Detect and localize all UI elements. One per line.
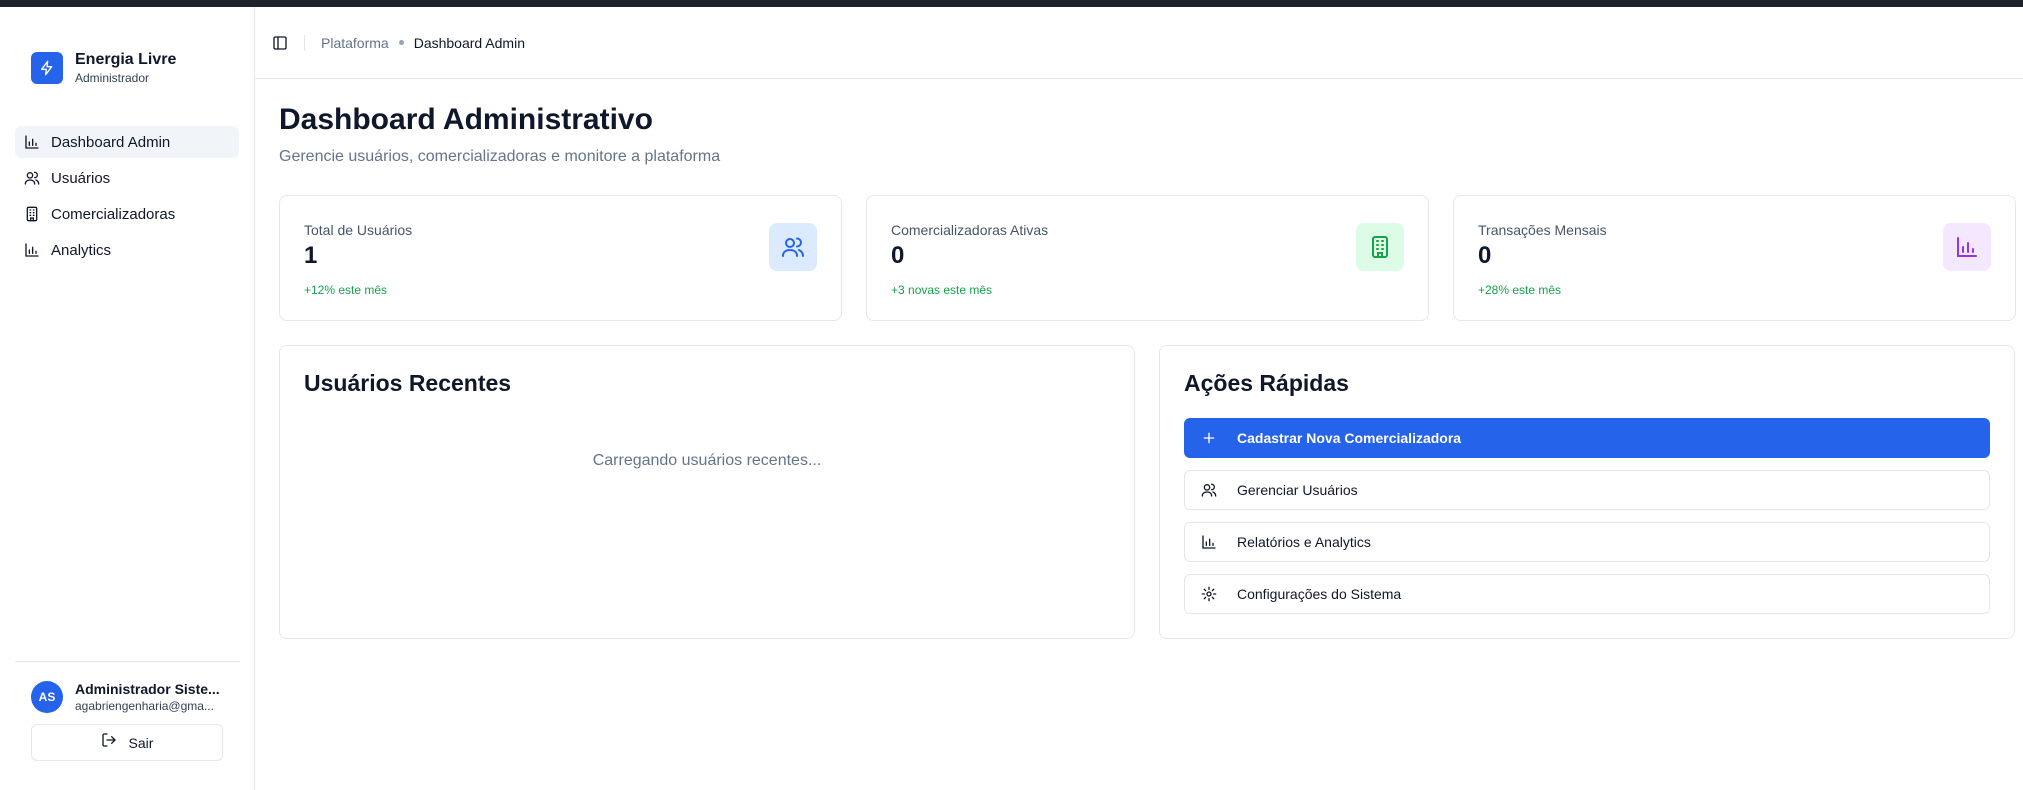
action-label: Cadastrar Nova Comercializadora xyxy=(1237,430,1462,446)
main-content: Plataforma Dashboard Admin Dashboard Adm… xyxy=(255,7,2023,790)
building-icon xyxy=(24,206,40,222)
breadcrumb-plataforma[interactable]: Plataforma xyxy=(321,35,389,51)
bar-chart-icon xyxy=(24,134,40,150)
stat-card-transacoes-mensais: Transações Mensais 0 +28% este mês xyxy=(1453,195,2016,321)
breadcrumb: Plataforma Dashboard Admin xyxy=(321,35,525,51)
stat-value: 0 xyxy=(891,242,905,269)
sidebar-toggle-icon[interactable] xyxy=(272,35,288,51)
logout-button[interactable]: Sair xyxy=(31,724,223,761)
register-comercializadora-button[interactable]: Cadastrar Nova Comercializadora xyxy=(1184,418,1990,458)
action-label: Relatórios e Analytics xyxy=(1237,534,1371,550)
sidebar-item-usuarios[interactable]: Usuários xyxy=(15,162,239,194)
users-icon xyxy=(769,223,817,271)
stat-card-total-usuarios: Total de Usuários 1 +12% este mês xyxy=(279,195,842,321)
page-title: Dashboard Administrativo xyxy=(279,103,653,136)
sidebar-item-label: Usuários xyxy=(51,169,111,187)
manage-users-button[interactable]: Gerenciar Usuários xyxy=(1184,470,1990,510)
sidebar-footer: AS Administrador Siste... agabriengenhar… xyxy=(15,661,240,761)
stat-card-comercializadoras-ativas: Comercializadoras Ativas 0 +3 novas este… xyxy=(866,195,1429,321)
quick-actions-panel: Ações Rápidas Cadastrar Nova Comercializ… xyxy=(1159,345,2015,639)
system-settings-button[interactable]: Configurações do Sistema xyxy=(1184,574,1990,614)
user-profile[interactable]: AS Administrador Siste... agabriengenhar… xyxy=(31,680,240,714)
stat-value: 0 xyxy=(1478,242,1492,269)
users-icon xyxy=(24,170,40,186)
recent-users-title: Usuários Recentes xyxy=(304,370,512,396)
gear-icon xyxy=(1201,586,1217,602)
user-email: agabriengenharia@gma... xyxy=(75,699,214,713)
stat-label: Total de Usuários xyxy=(304,222,413,238)
sidebar-item-comercializadoras[interactable]: Comercializadoras xyxy=(15,198,239,230)
action-label: Configurações do Sistema xyxy=(1237,586,1402,602)
bar-chart-icon xyxy=(1201,534,1217,550)
stat-label: Transações Mensais xyxy=(1478,222,1607,238)
lightning-icon xyxy=(31,52,63,84)
user-name: Administrador Siste... xyxy=(75,681,220,697)
bar-chart-icon xyxy=(1943,223,1991,271)
sidebar-nav: Dashboard Admin Usuários Comercializador… xyxy=(15,126,239,270)
building-icon xyxy=(1356,223,1404,271)
window-top-bar xyxy=(0,0,2023,7)
sidebar-item-dashboard-admin[interactable]: Dashboard Admin xyxy=(15,126,239,158)
breadcrumb-separator xyxy=(398,40,404,45)
sidebar: Energia Livre Administrador Dashboard Ad… xyxy=(0,7,255,790)
sidebar-item-label: Comercializadoras xyxy=(51,205,176,223)
sidebar-item-label: Dashboard Admin xyxy=(51,133,171,151)
action-label: Gerenciar Usuários xyxy=(1237,482,1358,498)
stat-label: Comercializadoras Ativas xyxy=(891,222,1049,238)
reports-analytics-button[interactable]: Relatórios e Analytics xyxy=(1184,522,1990,562)
page-header: Plataforma Dashboard Admin xyxy=(255,7,2023,79)
logout-icon xyxy=(101,732,117,753)
stat-value: 1 xyxy=(304,242,318,269)
recent-users-loading: Carregando usuários recentes... xyxy=(592,452,822,469)
plus-icon xyxy=(1201,430,1217,446)
stat-trend: +12% este mês xyxy=(304,283,388,297)
brand: Energia Livre Administrador xyxy=(31,50,176,86)
stat-trend: +3 novas este mês xyxy=(891,283,993,297)
sidebar-item-analytics[interactable]: Analytics xyxy=(15,234,239,266)
sidebar-item-label: Analytics xyxy=(51,241,112,259)
brand-role: Administrador xyxy=(75,71,150,85)
logout-label: Sair xyxy=(128,734,154,751)
breadcrumb-current: Dashboard Admin xyxy=(413,34,525,51)
page-subtitle: Gerencie usuários, comercializadoras e m… xyxy=(279,148,721,165)
recent-users-panel: Usuários Recentes Carregando usuários re… xyxy=(279,345,1135,639)
users-icon xyxy=(1201,482,1217,498)
quick-actions-title: Ações Rápidas xyxy=(1184,370,1349,396)
header-divider xyxy=(304,34,305,51)
avatar: AS xyxy=(31,681,63,713)
stat-trend: +28% este mês xyxy=(1478,283,1562,297)
brand-name: Energia Livre xyxy=(75,51,177,68)
bar-chart-icon xyxy=(24,242,40,258)
